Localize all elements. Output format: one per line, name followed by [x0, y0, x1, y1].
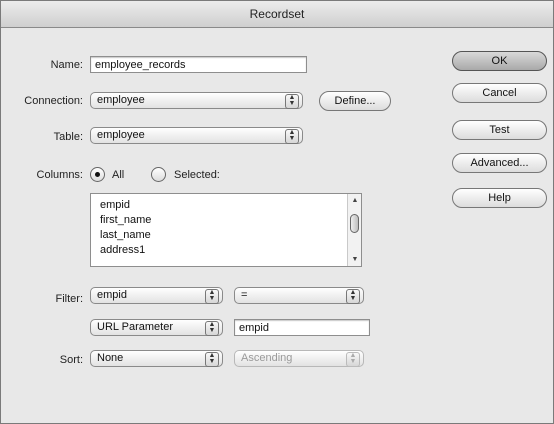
define-button[interactable]: Define... [319, 91, 391, 111]
recordset-dialog: Recordset Name: employee_records Connect… [0, 0, 554, 424]
filter-label: Filter: [55, 293, 84, 305]
updown-arrows-icon: ▲ ▼ [285, 94, 299, 109]
scroll-down-arrow-icon[interactable]: ▼ [350, 256, 360, 263]
test-button[interactable]: Test [452, 120, 547, 140]
columns-label: Columns: [36, 169, 83, 181]
filter-source-value: URL Parameter [97, 321, 174, 333]
sort-order-value: Ascending [241, 352, 293, 364]
updown-arrows-icon: ▲ ▼ [205, 289, 219, 304]
name-field[interactable]: employee_records [90, 56, 307, 73]
filter-source-select[interactable]: URL Parameter ▲ ▼ [90, 319, 223, 336]
updown-arrows-icon: ▲ ▼ [346, 352, 360, 367]
list-item[interactable]: first_name [100, 213, 361, 228]
filter-column-select[interactable]: empid ▲ ▼ [90, 287, 223, 304]
scroll-thumb[interactable] [350, 214, 359, 233]
connection-label: Connection: [24, 95, 83, 107]
connection-select[interactable]: employee ▲ ▼ [90, 92, 303, 109]
list-item[interactable]: empid [100, 198, 361, 213]
ok-button[interactable]: OK [452, 51, 547, 71]
columns-scrollbar[interactable]: ▲ ▼ [347, 194, 361, 266]
filter-column-value: empid [97, 289, 127, 301]
updown-arrows-icon: ▲ ▼ [205, 352, 219, 367]
name-label: Name: [50, 59, 83, 71]
dialog-title: Recordset [1, 1, 553, 28]
list-item[interactable]: last_name [100, 228, 361, 243]
table-label: Table: [53, 131, 83, 143]
sort-label: Sort: [59, 354, 83, 366]
sort-column-value: None [97, 352, 124, 364]
table-select[interactable]: employee ▲ ▼ [90, 127, 303, 144]
scroll-up-arrow-icon[interactable]: ▲ [350, 197, 360, 204]
table-select-value: employee [97, 129, 145, 141]
filter-value-field[interactable]: empid [234, 319, 370, 336]
columns-all-label: All [112, 169, 125, 181]
updown-arrows-icon: ▲ ▼ [285, 129, 299, 144]
cancel-button[interactable]: Cancel [452, 83, 547, 103]
columns-selected-radio[interactable] [151, 167, 166, 182]
filter-operator-value: = [241, 289, 248, 301]
updown-arrows-icon: ▲ ▼ [346, 289, 360, 304]
updown-arrows-icon: ▲ ▼ [205, 321, 219, 336]
sort-order-select: Ascending ▲ ▼ [234, 350, 364, 367]
filter-operator-select[interactable]: = ▲ ▼ [234, 287, 364, 304]
columns-list: empid first_name last_name address1 [91, 194, 361, 258]
help-button[interactable]: Help [452, 188, 547, 208]
columns-all-radio[interactable] [90, 167, 105, 182]
columns-listbox[interactable]: empid first_name last_name address1 ▲ ▼ [90, 193, 362, 267]
advanced-button[interactable]: Advanced... [452, 153, 547, 173]
list-item[interactable]: address1 [100, 243, 361, 258]
columns-selected-label: Selected: [174, 169, 220, 181]
sort-column-select[interactable]: None ▲ ▼ [90, 350, 223, 367]
connection-select-value: employee [97, 94, 145, 106]
